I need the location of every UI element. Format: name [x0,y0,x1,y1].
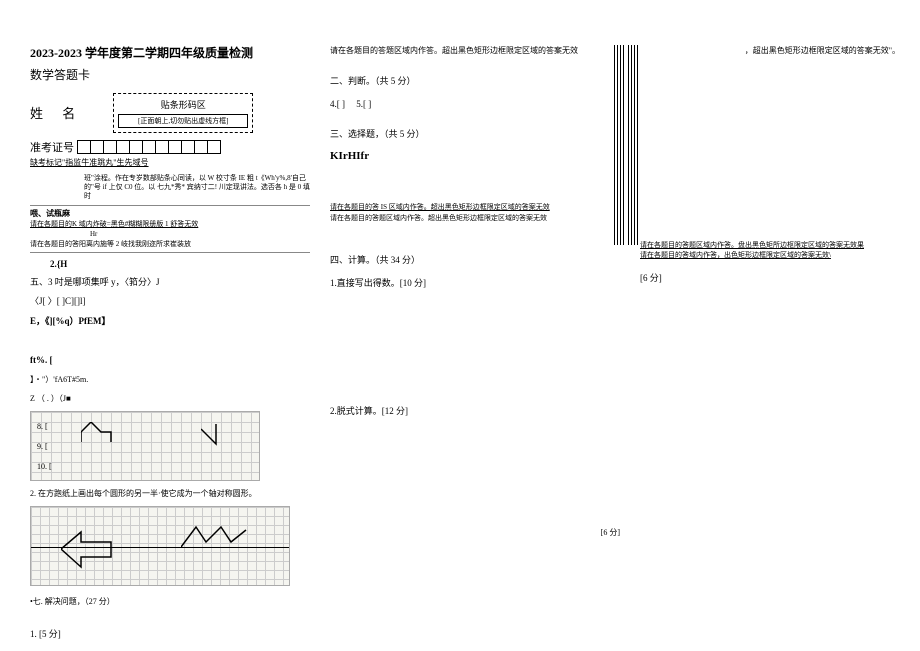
name-label: 姓 名 [30,103,83,122]
calc-vertical: 2.脱式计算。[12 分] [330,404,620,417]
s5-line1: 〈J[ 〉[ ]C][]l] [30,294,310,308]
c3-top-note: ，超出黑色矩形边框限定区域的答案无效"。 [640,45,910,56]
section-calc: 四、计算。（共 34 分） [330,253,620,266]
rules-box: 喂、试瓶麻 请在各题目的K 域内炸破=黑色#糊糊限册版 1 舒答无效 Hr 请在… [30,205,310,252]
marking-note: 缺考标记"指监牛准跳丸"生先域号 [30,158,310,168]
exam-subtitle: 数学答题卡 [30,66,310,83]
q9-label: 9. [ [37,442,48,451]
q1-score: 1. [5 分] [30,627,310,640]
section-choice: 三、选择题，（共 5 分） [330,127,620,140]
garble-2: Z （ . ）（J■ [30,393,310,406]
house-shape-icon [81,422,121,452]
c3-score-6: [6 分] [640,271,910,284]
c3-boundary-2: 请在各题目的答域内作答，出色矩形边框限定区域的答案无效\ [640,251,910,261]
c2-boundary-2: 请在各题目的答题区域内作答。超出黑色矩形边框限定区域的答案无效 [330,213,620,224]
c2-boundary-1: 请在各题目的答 IS 区域内作答。超出黑色矩形边框限定区域的答案无效 [330,202,620,213]
c2-garble: KIrHIfr [330,150,620,162]
q10-label: 10. [ [37,462,52,471]
section-judge: 二、判断。（共 5 分） [330,74,620,87]
fill-4: 4.[ ] [330,99,345,109]
zigzag-shape-icon [181,522,251,552]
arrow-shape-icon [61,527,121,577]
exam-title: 2023-2023 学年度第二学期四年级质量检测 [30,45,310,62]
c2-boundary: 请在各题目的答 IS 区域内作答。超出黑色矩形边框限定区域的答案无效 请在各题目… [330,202,620,223]
rule-1-sub: Hr [30,230,310,240]
rule-3: 请在各题目的答阳离内施等 2 岐找我刚迩所求崔装放 [30,240,310,250]
c2-score-6: [6 分] [330,527,620,538]
divider-bars-left [620,45,646,245]
barcode-note: [正面朝上,切勿贴出虚线方框] [118,114,248,128]
barcode-area: 贴条形码区 [正面朝上,切勿贴出虚线方框] [113,93,253,133]
c3-boundary: 请在各题目的答题区域内作答。盘出黑色矩所边枢限定区域的答案无效果 请在各题目的答… [640,241,910,261]
q2h: 2.{H [30,259,310,269]
ft-label: ft%. [ [30,353,310,367]
triangle-shape-icon [201,424,231,449]
fill-5: 5.[ ] [356,99,371,109]
section-7: •七. 解决问题，（27 分） [30,596,310,607]
q8-label: 8. [ [37,422,48,431]
rule-1: 请在各题目的K 域内炸破=黑色#糊糊限册版 1 舒答无效 [30,220,310,230]
section-5: 五、3 吋是哪项集呼 y，〈筘分〉J [30,275,310,288]
grid-image-2 [30,506,290,586]
garble-1: 】・"）'fA6T#5m. [30,374,310,387]
instructions: 班"涂程。作在专岁数部贴条心同读，以 W 校寸条 IE 粗 t《Wh'y%,8'… [30,174,310,201]
s5-line2: E，《][%q）PfEM】 [30,314,310,328]
rule-pre-1: 喂、试瓶麻 [30,209,70,218]
calc-direct: 1.直接写出得数。[10 分] [330,276,620,289]
c3-boundary-1: 请在各题目的答题区域内作答。盘出黑色矩所边枢限定区域的答案无效果 [640,241,910,251]
exam-id-grid[interactable] [78,140,221,154]
exam-id-label: 准考证号 [30,139,74,155]
c2-top-note: 请在各题目的答题区域内作答。超出黑色矩形边框限定区域的答案无效 [330,45,620,56]
grid-image-1: 8. [ 9. [ 10. [ [30,411,260,481]
barcode-title: 贴条形码区 [118,98,248,111]
axis-note: 2. 在方跑纸上画出每个圆形的另一半·使它成为一个轴对称圆形。 [30,489,310,499]
